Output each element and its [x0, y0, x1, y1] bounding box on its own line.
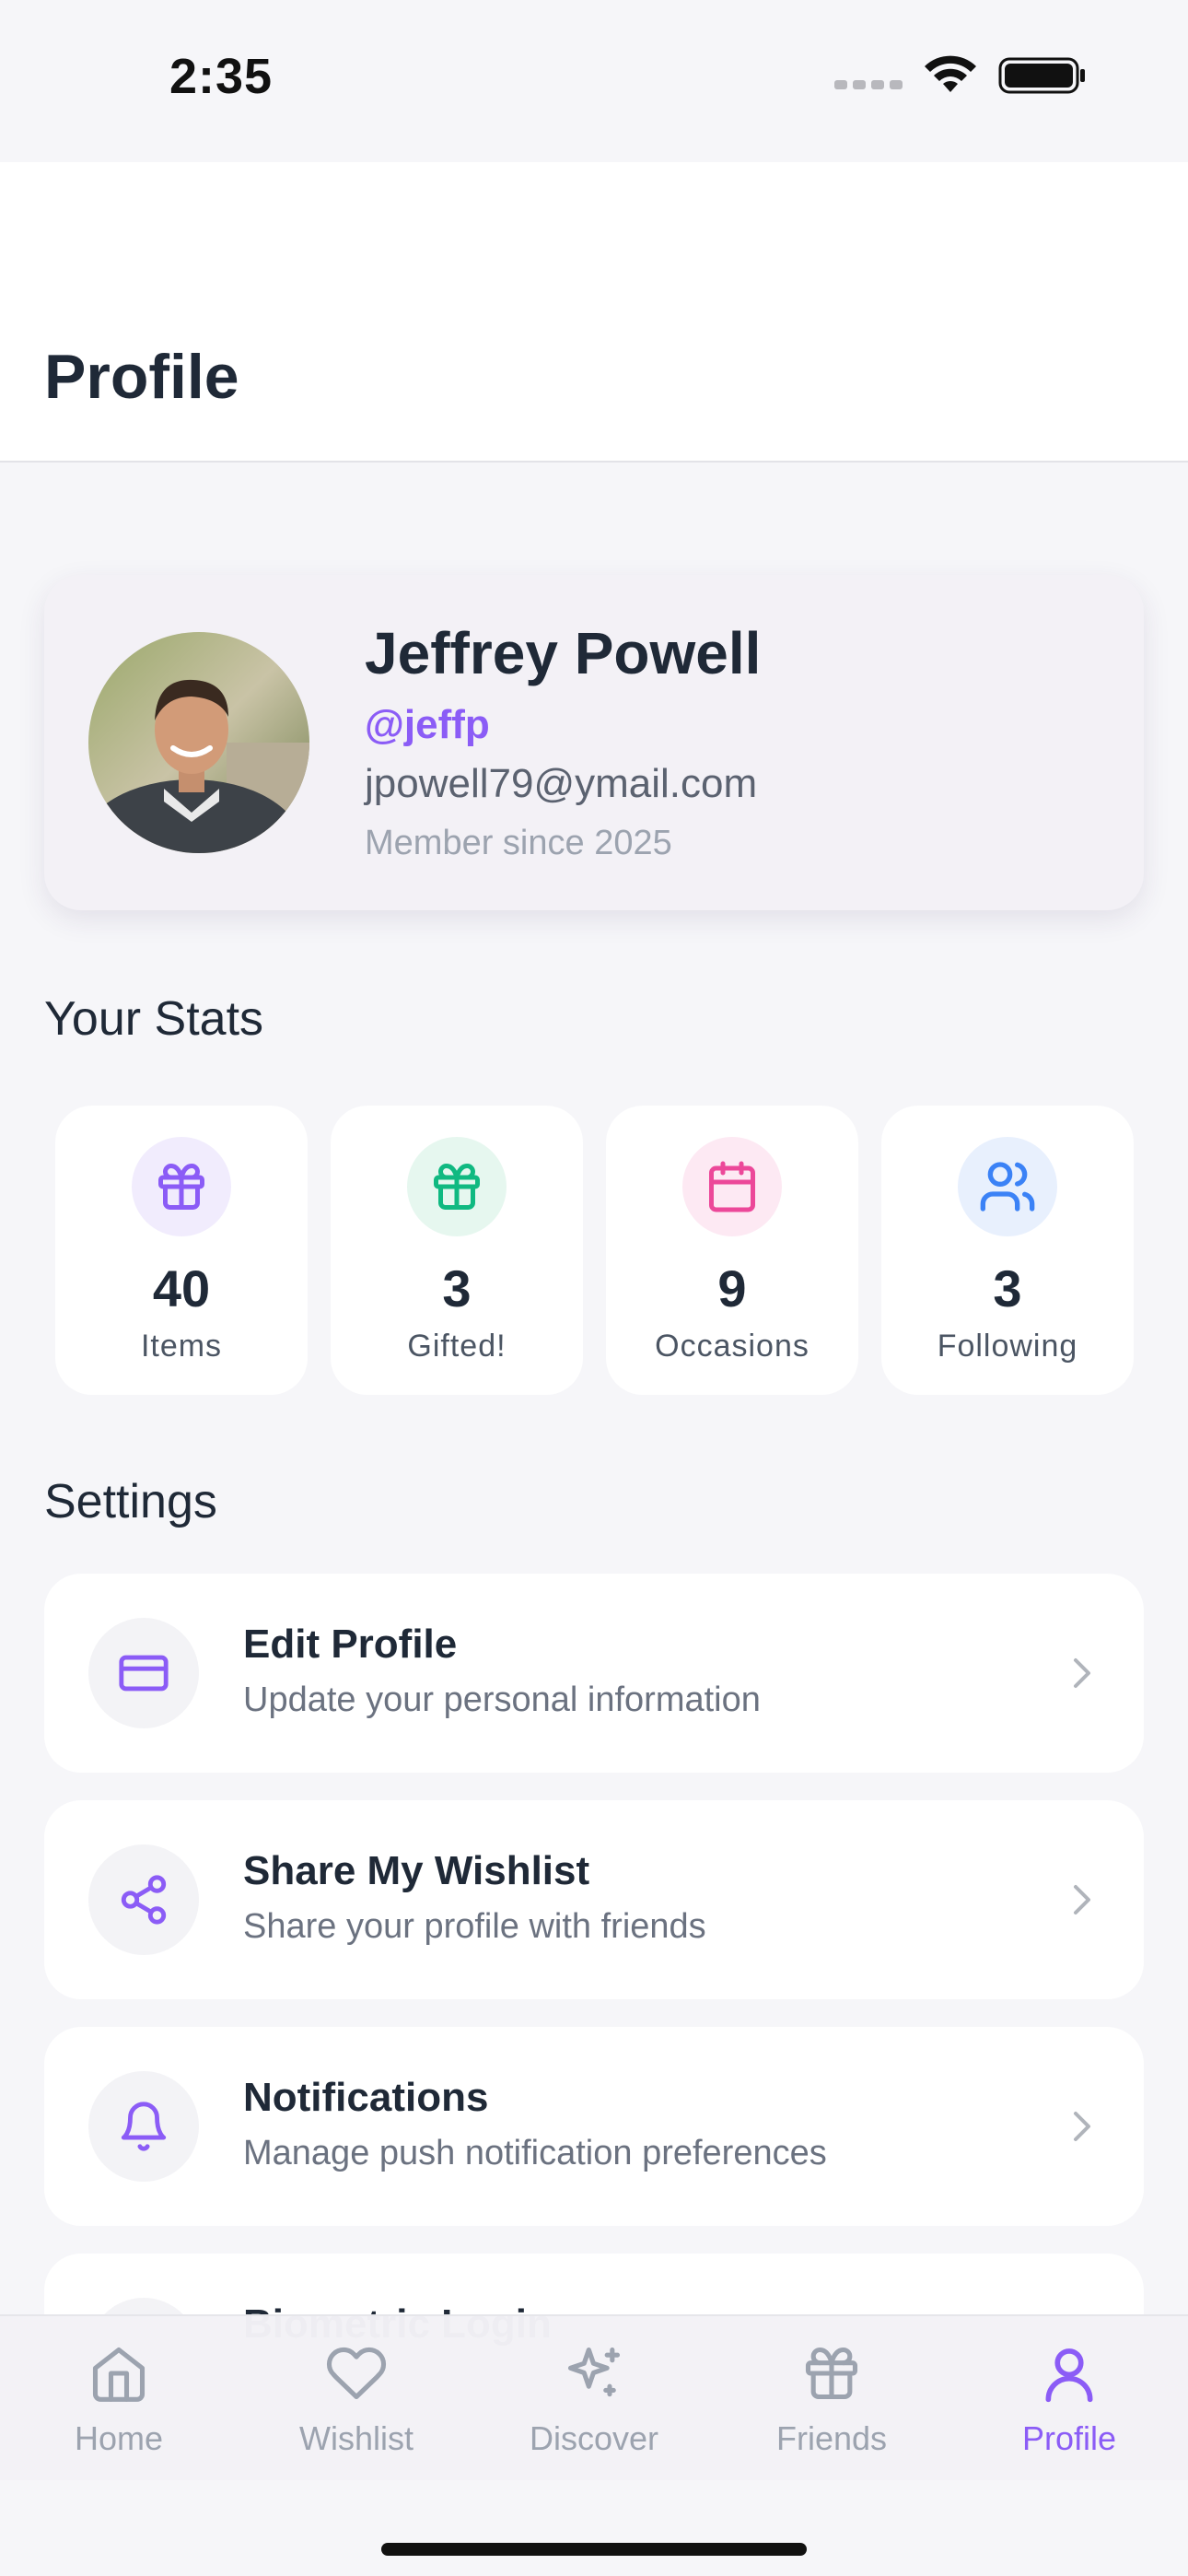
stat-card-gifted[interactable]: 3 Gifted! — [331, 1106, 583, 1395]
settings-section-title: Settings — [44, 1475, 217, 1528]
settings-item-notifications[interactable]: Notifications Manage push notification p… — [44, 2027, 1144, 2226]
profile-handle: @jeffp — [365, 702, 490, 747]
stat-card-occasions[interactable]: 9 Occasions — [606, 1106, 858, 1395]
chevron-right-icon — [1074, 1885, 1090, 1914]
wifi-icon — [925, 55, 976, 92]
cellular-signal-icon — [834, 80, 903, 89]
settings-item-edit-profile[interactable]: Edit Profile Update your personal inform… — [44, 1574, 1144, 1773]
gift-icon — [407, 1137, 507, 1236]
user-icon — [1038, 2342, 1101, 2405]
profile-email: jpowell79@ymail.com — [365, 761, 758, 806]
gift-icon — [800, 2342, 863, 2405]
stats-section-title: Your Stats — [44, 992, 264, 1046]
settings-item-title: Edit Profile — [243, 1622, 458, 1667]
gift-icon — [132, 1137, 231, 1236]
status-icons — [834, 55, 1087, 96]
tab-label: Home — [74, 2419, 164, 2457]
status-bar: 2:35 — [0, 0, 1188, 162]
home-indicator[interactable] — [381, 2543, 807, 2556]
tab-label: Wishlist — [299, 2419, 413, 2457]
chevron-right-icon — [1074, 1658, 1090, 1688]
users-icon — [958, 1137, 1057, 1236]
bell-icon — [88, 2071, 199, 2182]
settings-item-title: Notifications — [243, 2075, 489, 2120]
tab-wishlist[interactable]: Wishlist — [238, 2316, 475, 2482]
tab-profile[interactable]: Profile — [950, 2316, 1188, 2482]
chevron-right-icon — [1074, 2112, 1090, 2141]
tab-label: Profile — [1021, 2419, 1117, 2457]
stat-label: Following — [937, 1329, 1078, 1364]
tab-label: Friends — [775, 2419, 888, 2457]
tab-home[interactable]: Home — [0, 2316, 238, 2482]
settings-item-share-wishlist[interactable]: Share My Wishlist Share your profile wit… — [44, 1800, 1144, 1999]
member-since: Member since 2025 — [365, 824, 672, 862]
stat-label: Items — [140, 1329, 223, 1364]
tab-bar: Home Wishlist Discover Friends Profile — [0, 2314, 1188, 2480]
tab-friends[interactable]: Friends — [713, 2316, 950, 2482]
share-icon — [88, 1844, 199, 1955]
stat-value: 3 — [442, 1259, 472, 1317]
stat-label: Gifted! — [407, 1329, 507, 1364]
battery-icon — [998, 57, 1085, 94]
stat-value: 3 — [993, 1259, 1022, 1317]
stat-label: Occasions — [655, 1329, 809, 1364]
status-time: 2:35 — [169, 49, 274, 104]
settings-item-title: Share My Wishlist — [243, 1848, 590, 1893]
settings-item-subtitle: Update your personal information — [243, 1680, 761, 1719]
home-icon — [87, 2342, 150, 2405]
settings-item-subtitle: Manage push notification preferences — [243, 2134, 827, 2172]
sparkles-icon — [563, 2342, 625, 2405]
settings-item-subtitle: Share your profile with friends — [243, 1907, 706, 1946]
calendar-icon — [682, 1137, 782, 1236]
profile-name: Jeffrey Powell — [365, 620, 762, 686]
stat-value: 40 — [152, 1259, 211, 1317]
credit-card-icon — [88, 1618, 199, 1728]
stat-card-items[interactable]: 40 Items — [55, 1106, 308, 1395]
tab-label: Discover — [529, 2419, 659, 2457]
heart-icon — [325, 2342, 388, 2405]
tab-discover[interactable]: Discover — [475, 2316, 713, 2482]
avatar — [88, 632, 309, 853]
stat-value: 9 — [717, 1259, 747, 1317]
stat-card-following[interactable]: 3 Following — [881, 1106, 1134, 1395]
profile-card: Jeffrey Powell @jeffp jpowell79@ymail.co… — [44, 575, 1144, 910]
page-title: Profile — [44, 342, 239, 412]
navigation-header: Profile — [0, 162, 1188, 463]
